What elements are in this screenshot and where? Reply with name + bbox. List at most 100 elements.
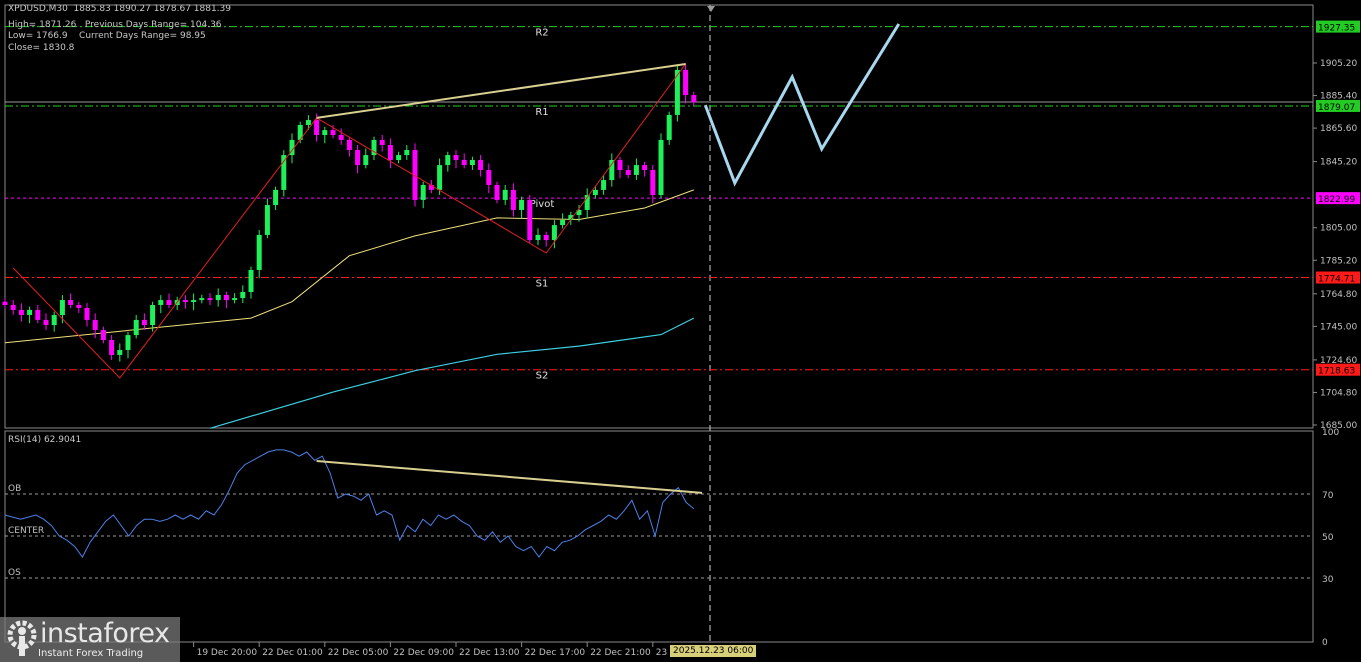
chart-canvas[interactable]: R2 R1 Pivot S1 S2 1927.35 1879.07 1822.99 1774.… (0, 0, 1361, 662)
price-axis-label: 1885.40 (1320, 92, 1357, 102)
price-axis-label: 1745.00 (1320, 322, 1357, 332)
price-tag-value: 1927.35 (1318, 24, 1355, 34)
bull-candle (404, 149, 410, 156)
bull-candle (232, 298, 238, 301)
bull-candle (215, 294, 221, 301)
bear-candle (478, 159, 484, 171)
zigzag-line (12, 63, 687, 379)
time-axis-label: 19 Dec 20:00 (197, 648, 258, 658)
bear-candle (625, 170, 631, 175)
rsi-label: RSI(14) 62.9041 (8, 435, 82, 445)
rsi-level-label: CENTER (8, 526, 44, 536)
bear-candle (683, 69, 689, 96)
bull-candle (199, 298, 205, 301)
price-axis-label: 1865.60 (1320, 124, 1357, 134)
rsi-trendline[interactable] (316, 460, 703, 494)
bear-candle (76, 304, 82, 308)
bull-candle (633, 165, 639, 175)
bull-candle (51, 315, 57, 326)
price-axis-label: 1764.80 (1320, 290, 1357, 300)
bear-candle (543, 234, 549, 241)
bull-candle (658, 139, 664, 196)
bear-candle (314, 120, 320, 136)
rsi-axis-label: 100 (1322, 428, 1339, 438)
bear-candle (379, 139, 385, 146)
level-label-s2: S2 (536, 371, 549, 382)
bear-candle (486, 170, 492, 185)
time-axis-label: 22 Dec 13:00 (459, 648, 520, 658)
current-day-info: Low= 1766.9 Current Days Range= 98.95 (8, 31, 206, 41)
bull-candle (469, 159, 475, 166)
gear-person-icon (7, 620, 37, 656)
bear-candle (527, 199, 533, 241)
level-label-s1: S1 (536, 279, 549, 290)
bull-candle (519, 199, 525, 210)
bear-candle (92, 319, 98, 330)
rsi-level-label: OS (8, 568, 21, 578)
bull-candle (396, 155, 402, 160)
bull-candle (27, 309, 33, 316)
bull-candle (502, 189, 508, 200)
rsi-line (4, 449, 695, 558)
bear-candle (346, 139, 352, 150)
ma-slow-line (209, 317, 695, 429)
bull-candle (551, 225, 557, 241)
bear-candle (109, 340, 115, 355)
bull-candle (59, 300, 65, 316)
rsi-axis-label: 0 (1322, 638, 1328, 648)
bull-candle (158, 300, 164, 305)
rsi-axis-label: 50 (1322, 533, 1334, 543)
cursor-date-label: 2025.12.23 06:00 (670, 645, 757, 657)
price-tag-value: 1822.99 (1318, 195, 1355, 205)
close-info: Close= 1830.8 (8, 43, 75, 53)
price-tag-value: 1718.63 (1318, 367, 1355, 377)
bull-candle (191, 300, 197, 303)
logo-name: instaforex (40, 618, 170, 649)
bear-candle (461, 159, 467, 166)
bear-candle (387, 145, 393, 160)
bear-candle (207, 298, 213, 301)
bull-candle (560, 219, 566, 226)
bull-candle (281, 155, 287, 190)
price-tag-value: 1774.71 (1318, 275, 1355, 285)
bear-candle (650, 170, 656, 196)
bear-candle (355, 149, 361, 166)
bear-candle (100, 329, 106, 341)
bull-candle (609, 159, 615, 181)
bear-candle (453, 155, 459, 160)
bear-candle (141, 319, 147, 326)
forecast-path[interactable] (703, 23, 901, 187)
instaforex-logo: instaforex Instant Forex Trading (0, 617, 180, 662)
bear-candle (510, 189, 516, 210)
price-axis-label: 1724.60 (1320, 356, 1357, 366)
bear-candle (2, 301, 8, 305)
price-axis-label: 1704.80 (1320, 388, 1357, 398)
bear-candle (338, 135, 344, 140)
bear-candle (35, 309, 41, 320)
bull-candle (592, 189, 598, 196)
ma-fast-line (4, 189, 694, 344)
bear-candle (330, 130, 336, 136)
bull-candle (445, 155, 451, 166)
bear-candle (18, 309, 24, 316)
bull-candle (133, 319, 139, 336)
rsi-level-label: OB (8, 484, 21, 494)
symbol-info: XPDUSD,M30 1885.83 1890.27 1878.67 1881.… (8, 4, 232, 14)
bull-candle (305, 120, 311, 125)
bull-candle (535, 234, 541, 241)
resistance-trendline[interactable] (316, 63, 686, 119)
bull-candle (264, 205, 270, 235)
bear-candle (166, 300, 172, 305)
bear-candle (182, 300, 188, 303)
level-label-r1: R1 (535, 107, 548, 118)
bull-candle (256, 234, 262, 270)
level-label-r2: R2 (535, 28, 548, 39)
price-axis-label: 1905.20 (1320, 59, 1357, 69)
bear-candle (68, 300, 74, 305)
bear-candle (494, 184, 500, 200)
price-axis-label: 1785.20 (1320, 256, 1357, 266)
bull-candle (273, 189, 279, 206)
bull-candle (437, 165, 443, 190)
shift-marker-icon[interactable] (707, 6, 715, 12)
rsi-axis-label: 30 (1322, 575, 1334, 585)
